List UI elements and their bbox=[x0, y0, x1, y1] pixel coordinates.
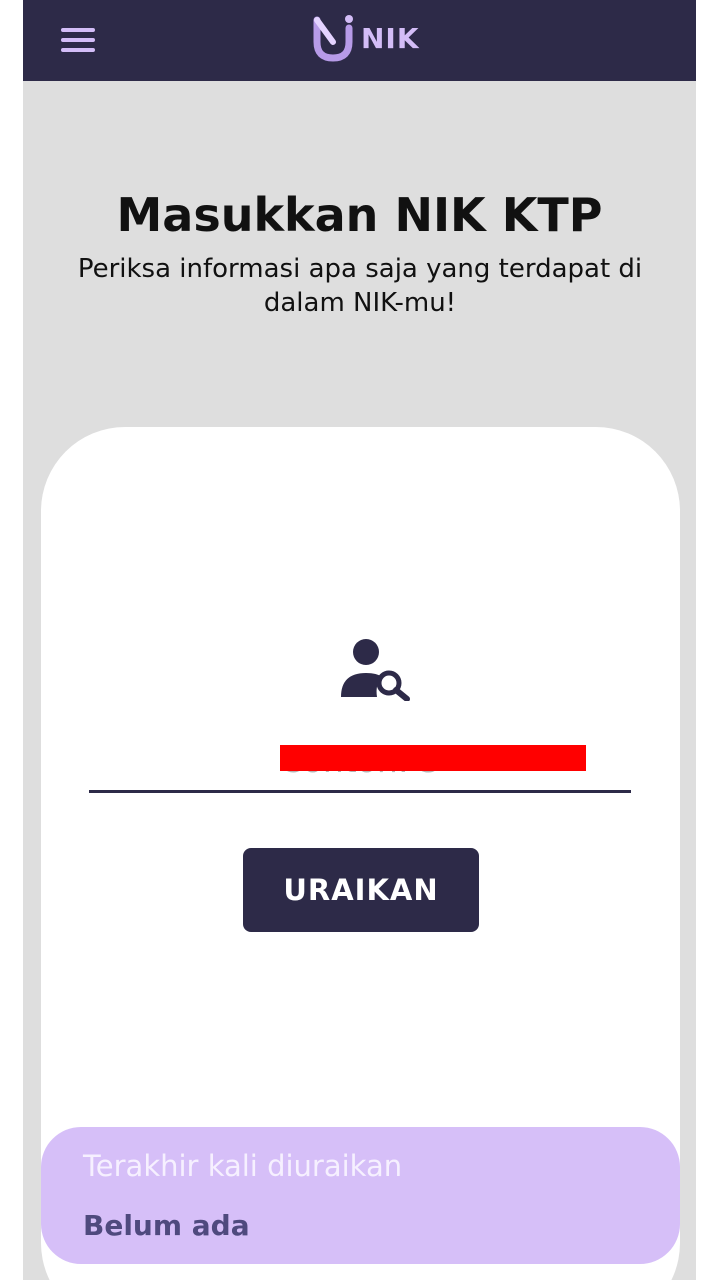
redaction-bar bbox=[280, 745, 586, 771]
uraikan-button[interactable]: URAIKAN bbox=[243, 848, 479, 932]
app-logo[interactable]: NIK bbox=[313, 14, 420, 62]
top-navbar: NIK bbox=[23, 0, 696, 81]
uj-logo-icon bbox=[313, 15, 353, 62]
last-decoded-value: Belum ada bbox=[83, 1209, 250, 1242]
menu-bar-line bbox=[61, 28, 95, 32]
last-decoded-label: Terakhir kali diuraikan bbox=[83, 1149, 403, 1183]
last-decoded-panel: Terakhir kali diuraikan Belum ada bbox=[41, 1127, 680, 1264]
menu-bar-line bbox=[61, 48, 95, 52]
page-subtitle: Periksa informasi apa saja yang terdapat… bbox=[77, 254, 643, 318]
page-title: Masukkan NIK KTP bbox=[116, 188, 603, 242]
app-screen: NIK Masukkan NIK KTP Periksa informasi a… bbox=[23, 0, 696, 1280]
menu-bar-line bbox=[61, 38, 95, 42]
user-search-icon bbox=[341, 639, 410, 701]
brand-text: NIK bbox=[361, 21, 420, 55]
hamburger-menu-icon[interactable] bbox=[61, 22, 103, 58]
